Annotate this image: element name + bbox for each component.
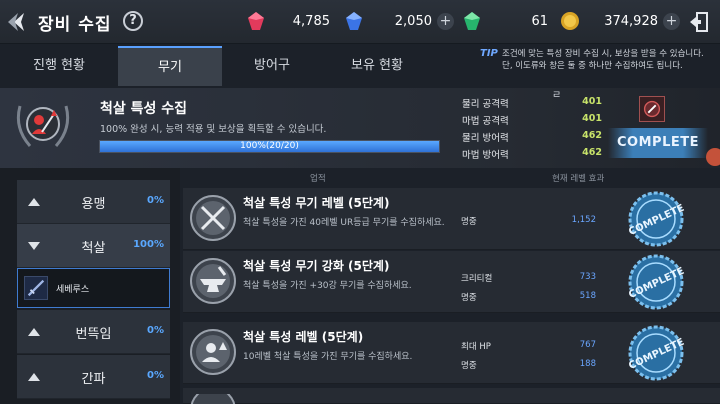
effect-name: 크리티컬	[461, 274, 493, 284]
side-menu-tab-icon[interactable]	[706, 148, 720, 166]
category-percent: 0%	[147, 325, 164, 336]
stat-row: 물리 공격력 401	[462, 94, 602, 110]
blue-gem-icon	[346, 12, 362, 30]
achievement-row: 척살 특성 레벨 (5단계) 10레벨 척살 특성을 가진 무기를 수집하세요.…	[183, 322, 720, 384]
stat-row: 마법 방어력 462	[462, 145, 602, 161]
achievement-desc: 척살 특성을 가진 40레벨 UR등급 무기를 수집하세요.	[243, 218, 445, 228]
stat-name: 마법 방어력	[462, 150, 509, 161]
stat-name: 물리 방어력	[462, 133, 509, 144]
complete-stamp-icon: COMPLETE	[627, 254, 686, 310]
effect-value: 188	[579, 359, 596, 369]
weapon-list-item[interactable]: 세베루스	[17, 268, 170, 308]
category-percent: 0%	[147, 195, 164, 206]
achievement-row-partial	[183, 388, 720, 404]
currency-green-gem: 61	[462, 11, 548, 33]
list-header-effect: 현재 레벨 효과	[552, 174, 605, 184]
achievement-desc: 10레벨 척살 특성을 가진 무기를 수집하세요.	[243, 352, 413, 362]
complete-stamp-icon: COMPLETE	[627, 325, 686, 381]
effect-value: 733	[579, 272, 596, 282]
category-percent: 0%	[147, 370, 164, 381]
stat-name: 마법 공격력	[462, 116, 509, 127]
effect-name: 명중	[461, 217, 477, 227]
complete-stamp-icon: COMPLETE	[627, 191, 686, 247]
effect-row: 명중 518	[461, 291, 601, 305]
list-header-achievement: 업적	[310, 174, 326, 184]
character-level-icon	[190, 329, 236, 375]
achievement-desc: 척살 특성을 가진 +30강 무기를 수집하세요.	[243, 281, 412, 291]
effect-value: 767	[579, 340, 596, 350]
tab-armor[interactable]: 방어구	[222, 46, 322, 86]
tab-owned[interactable]: 보유 현황	[322, 46, 432, 86]
currency-blue-gem: 2,050 +	[344, 11, 454, 33]
currency-value: 374,928	[604, 14, 658, 29]
tab-weapon[interactable]: 무기	[118, 46, 222, 86]
effect-row: 크리티컬 733	[461, 272, 601, 286]
anvil-icon	[190, 258, 236, 304]
assassin-emblem-icon	[16, 105, 70, 147]
weapon-icon	[24, 276, 48, 300]
stat-value: 462	[582, 130, 602, 141]
stat-row: 마법 공격력 401	[462, 111, 602, 127]
tab-progress[interactable]: 진행 현황	[0, 46, 118, 86]
progress-text: 100%(20/20)	[240, 141, 299, 151]
back-arrow-icon[interactable]	[8, 11, 28, 33]
progress-bar: 100%(20/20)	[99, 140, 440, 153]
tip-line: 단, 이도류와 창은 둘 중 하나만 수집하여도 됩니다.	[502, 61, 683, 71]
effect-name: 최대 HP	[461, 342, 491, 352]
complete-banner: COMPLETE	[608, 128, 708, 158]
category-percent: 100%	[133, 239, 164, 250]
stat-name: 물리 공격력	[462, 99, 509, 110]
effect-value: 518	[579, 291, 596, 301]
effect-row: 명중 188	[461, 359, 601, 373]
summary-title: 척살 특성 수집	[100, 101, 188, 117]
add-blue-gem-button[interactable]: +	[437, 13, 454, 30]
stat-value: 462	[582, 147, 602, 158]
currency-value: 4,785	[292, 14, 330, 29]
currency-value: 61	[531, 14, 548, 29]
green-gem-icon	[464, 12, 480, 30]
tip-tag: TIP	[480, 48, 498, 59]
top-bar: 장비 수집 ? 4,785 2,050 + 61 374,928 +	[0, 0, 720, 44]
achievement-title: 척살 특성 무기 강화 (5단계)	[243, 259, 390, 273]
achievement-title: 척살 특성 레벨 (5단계)	[243, 330, 364, 344]
effect-row: 명중 1,152	[461, 215, 601, 229]
effect-value: 1,152	[571, 215, 596, 225]
add-gold-button[interactable]: +	[663, 13, 680, 30]
page-title: 장비 수집	[38, 15, 112, 35]
achievement-row: 척살 특성 무기 강화 (5단계) 척살 특성을 가진 +30강 무기를 수집하…	[183, 251, 720, 313]
red-gem-icon	[248, 12, 264, 30]
achievement-title: 척살 특성 무기 레벨 (5단계)	[243, 196, 390, 210]
effect-row: 최대 HP 767	[461, 340, 601, 354]
stat-row: 물리 방어력 462	[462, 128, 602, 144]
effect-name: 명중	[461, 293, 477, 303]
currency-gold: 374,928 +	[560, 11, 680, 33]
category-brave[interactable]: 용맹 0%	[17, 180, 170, 224]
tab-bar: 진행 현황 무기 방어구 보유 현황	[0, 46, 470, 86]
reward-item-icon[interactable]	[639, 96, 665, 122]
gold-coin-icon	[561, 12, 579, 30]
crossed-swords-icon	[190, 195, 236, 241]
effect-name: 명중	[461, 361, 477, 371]
help-button[interactable]: ?	[123, 11, 143, 31]
category-assassinate[interactable]: 척살 100%	[17, 224, 170, 268]
stat-value: 401	[582, 96, 602, 107]
currency-red-gem: 4,785	[246, 11, 330, 33]
exit-icon[interactable]	[688, 11, 710, 33]
tip-line: 조건에 맞는 특성 장비 수집 시, 보상을 받을 수 있습니다.	[502, 49, 704, 59]
weapon-name: 세베루스	[56, 285, 90, 295]
stat-value: 401	[582, 113, 602, 124]
achievement-row: 척살 특성 무기 레벨 (5단계) 척살 특성을 가진 40레벨 UR등급 무기…	[183, 188, 720, 250]
category-insight[interactable]: 간파 0%	[17, 355, 170, 399]
category-flash[interactable]: 번뜩임 0%	[17, 310, 170, 354]
currency-value: 2,050	[394, 14, 432, 29]
medal-icon	[190, 394, 236, 404]
summary-description: 100% 완성 시, 능력 적용 및 보상을 획득할 수 있습니다.	[100, 124, 327, 135]
